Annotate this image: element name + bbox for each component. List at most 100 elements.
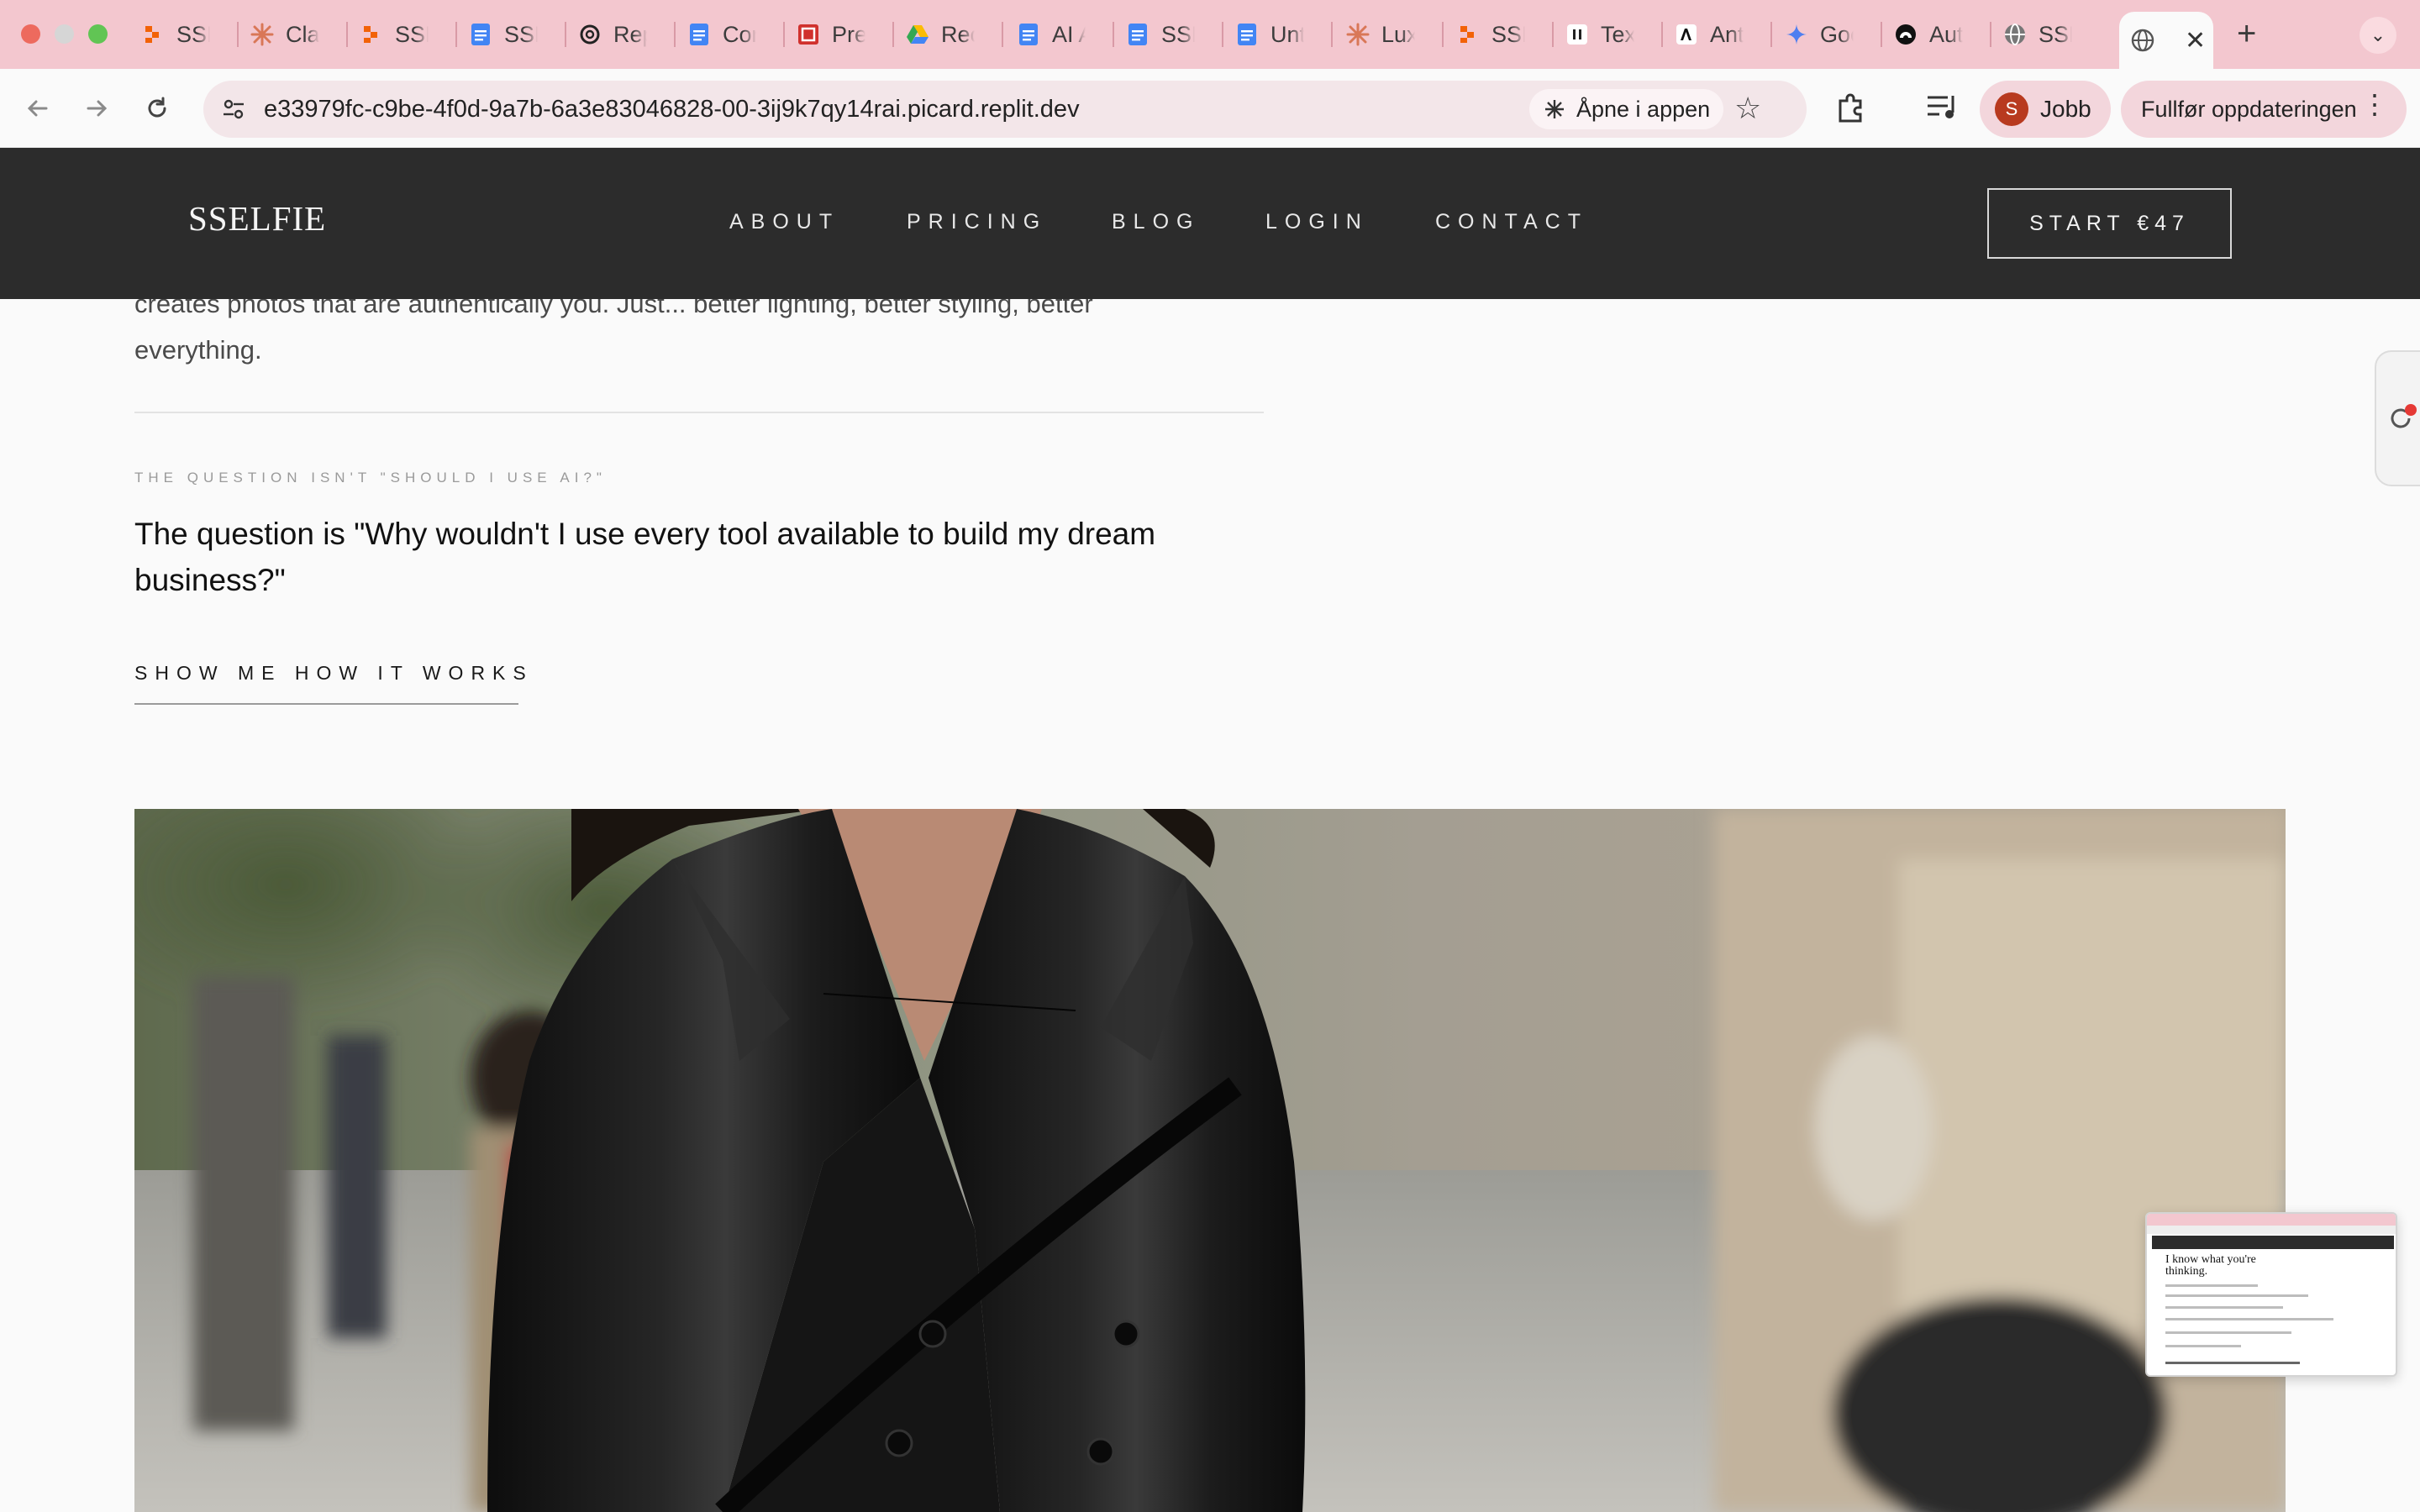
tab-separator — [1990, 22, 1991, 47]
forward-button[interactable] — [76, 87, 118, 129]
avatar: S — [1995, 92, 2028, 126]
address-bar[interactable]: e33979fc-c9be-4f0d-9a7b-6a3e83046828-00-… — [203, 81, 1807, 138]
url-text[interactable]: e33979fc-c9be-4f0d-9a7b-6a3e83046828-00-… — [264, 96, 1080, 123]
body-line-2: everything. — [134, 335, 262, 365]
tab-separator — [346, 22, 348, 47]
tab-search-button[interactable]: ⌄ — [2360, 17, 2396, 54]
browser-tab[interactable]: Rec — [906, 12, 998, 57]
google-drive-icon — [906, 23, 929, 46]
tab-title: Lux — [1381, 21, 1415, 47]
tab-title: SSE — [1491, 21, 1525, 47]
update-button[interactable]: Fullfør oppdateringen ⋮ — [2121, 81, 2407, 138]
section-divider — [134, 412, 1264, 413]
browser-tab[interactable]: Ant — [1675, 12, 1767, 57]
arrow-left-icon — [27, 100, 48, 117]
browser-tab[interactable]: SSE — [1126, 12, 1218, 57]
tab-title: Rec — [941, 21, 975, 47]
media-controls-icon[interactable] — [1924, 91, 1961, 124]
profile-name: Jobb — [2040, 96, 2091, 122]
tab-title: Cor — [723, 21, 756, 47]
browser-tab[interactable]: AI A — [1017, 12, 1109, 57]
google-docs-icon — [1126, 23, 1150, 46]
tab-separator — [1331, 22, 1333, 47]
tab-separator — [783, 22, 785, 47]
browser-tab[interactable]: SSE — [469, 12, 561, 57]
browser-tab[interactable]: Cla — [250, 12, 343, 57]
hero-photo — [134, 809, 2286, 1512]
pause-icon — [1565, 23, 1589, 46]
google-docs-icon — [687, 23, 711, 46]
open-in-app-button[interactable]: Åpne i appen — [1529, 89, 1724, 129]
window-minimize-button[interactable] — [55, 24, 74, 44]
replit-icon — [1456, 23, 1480, 46]
page-content: creates photos that are authentically yo… — [0, 299, 2420, 1512]
site-header: SSELFIE ABOUT PRICING BLOG LOGIN CONTACT… — [0, 148, 2420, 299]
tab-separator — [1002, 22, 1003, 47]
browser-tab[interactable]: Unt — [1235, 12, 1328, 57]
browser-tab[interactable]: SSE — [141, 12, 234, 57]
more-vert-icon[interactable]: ⋮ — [2361, 91, 2388, 118]
tab-separator — [1661, 22, 1663, 47]
browser-tab[interactable]: Rep — [578, 12, 671, 57]
profile-button[interactable]: S Jobb — [1980, 81, 2111, 138]
browser-tab[interactable]: Lux — [1346, 12, 1439, 57]
browser-tab[interactable]: Pre — [797, 12, 889, 57]
globe-icon — [2131, 29, 2154, 52]
tab-title: Goo — [1820, 21, 1854, 47]
nav-about[interactable]: ABOUT — [729, 210, 839, 234]
browser-tab[interactable]: SSE — [1456, 12, 1549, 57]
browser-tab[interactable]: Goo — [1785, 12, 1877, 57]
tab-separator — [237, 22, 239, 47]
gemini-icon — [1785, 23, 1808, 46]
presentation-icon — [797, 23, 820, 46]
tab-title: AI A — [1052, 21, 1086, 47]
google-docs-icon — [469, 23, 492, 46]
nav-pricing[interactable]: PRICING — [907, 210, 1047, 234]
reload-button[interactable] — [136, 87, 178, 129]
extensions-icon[interactable] — [1832, 89, 1870, 128]
tab-strip: SSE Cla SSE SSE Rep Cor Pre Rec AI A SSE Unt Lux SSE… — [0, 0, 2420, 69]
browser-tab[interactable]: SSE — [360, 12, 452, 57]
tab-active[interactable]: ✕ — [2119, 12, 2213, 69]
claude-icon — [250, 23, 274, 46]
woman-leather-coat-image — [134, 809, 2286, 1512]
nav-login[interactable]: LOGIN — [1265, 210, 1369, 234]
tab-title: Rep — [613, 21, 647, 47]
tab-title: SSE — [176, 21, 210, 47]
openai-icon — [578, 23, 602, 46]
site-settings-icon[interactable] — [218, 94, 249, 124]
arrow-right-icon — [87, 100, 108, 117]
show-me-how-link[interactable]: SHOW ME HOW IT WORKS — [134, 662, 526, 705]
start-cta-button[interactable]: START €47 — [1987, 188, 2232, 259]
window-maximize-button[interactable] — [88, 24, 108, 44]
nav-blog[interactable]: BLOG — [1112, 210, 1200, 234]
screenshot-preview-thumbnail[interactable]: I know what you're thinking. — [2145, 1212, 2397, 1377]
reload-icon — [148, 97, 166, 118]
tab-separator — [1552, 22, 1554, 47]
tab-separator — [674, 22, 676, 47]
section-eyebrow: THE QUESTION ISN'T "SHOULD I USE AI?" — [134, 470, 607, 486]
browser-tab[interactable]: Aut — [1894, 12, 1986, 57]
feedback-widget[interactable] — [2375, 350, 2420, 486]
window-close-button[interactable] — [21, 24, 40, 44]
close-tab-icon[interactable]: ✕ — [2185, 26, 2206, 55]
browser-tab[interactable]: Cor — [687, 12, 780, 57]
open-in-app-label: Åpne i appen — [1576, 96, 1711, 122]
tab-separator — [565, 22, 566, 47]
tab-title: SSE — [1161, 21, 1195, 47]
globe-icon — [2003, 23, 2027, 46]
tab-separator — [1881, 22, 1882, 47]
new-tab-button[interactable]: + — [2237, 15, 2256, 53]
bookmark-star-icon[interactable]: ☆ — [1734, 91, 1761, 126]
fingerprint-icon — [1894, 23, 1918, 46]
google-docs-icon — [1235, 23, 1259, 46]
back-button[interactable] — [17, 87, 59, 129]
site-logo[interactable]: SSELFIE — [188, 198, 326, 239]
thumbnail-title: I know what you're thinking. — [2165, 1253, 2256, 1278]
body-paragraph-tail: creates photos that are authentically yo… — [134, 299, 1328, 373]
replit-icon — [360, 23, 383, 46]
nav-contact[interactable]: CONTACT — [1435, 210, 1588, 234]
tab-separator — [455, 22, 457, 47]
browser-tab[interactable]: Tex — [1565, 12, 1658, 57]
browser-tab[interactable]: SSE — [2003, 12, 2096, 57]
